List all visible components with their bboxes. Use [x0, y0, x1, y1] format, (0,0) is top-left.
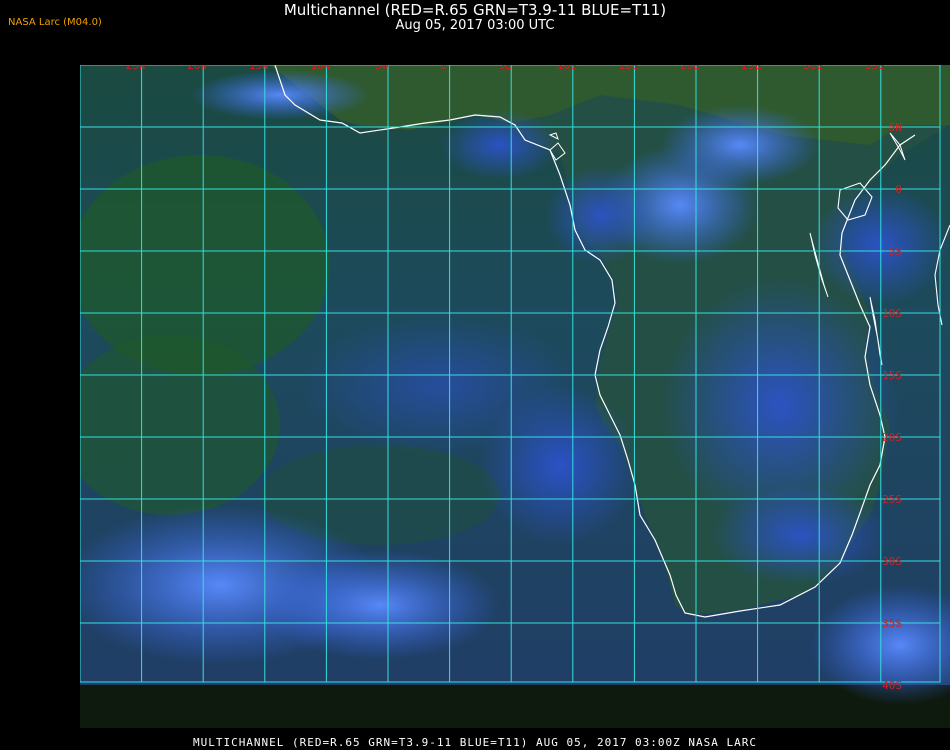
longitude-label: 25E — [742, 65, 762, 72]
longitude-label: 5E — [499, 65, 512, 72]
latitude-label: 30S — [882, 555, 902, 568]
footer-caption: MULTICHANNEL (RED=R.65 GRN=T3.9-11 BLUE=… — [192, 736, 758, 749]
latitude-label: 15S — [882, 369, 902, 382]
longitude-label: 15E — [618, 65, 638, 72]
cloud-mass — [660, 105, 820, 185]
longitude-label: 0 — [440, 65, 447, 72]
nasa-badge: NASA Larc (M04.0) — [8, 17, 102, 28]
bottom-band — [80, 685, 950, 728]
longitude-label: 35E — [865, 65, 885, 72]
longitude-label: 20E — [680, 65, 700, 72]
latitude-label: 25S — [882, 493, 902, 506]
latitude-label: 10S — [882, 307, 902, 320]
satellite-map: 25W 20W 15W 10W 5W 0 5E 10E 15E 20E 25E 30E 35E 5N 0 5S… — [60, 44, 950, 728]
latitude-label: 35S — [882, 617, 902, 630]
longitude-label: 10W — [310, 65, 330, 72]
longitude-label: 25W — [126, 65, 146, 72]
cloud-mass — [710, 485, 890, 585]
longitude-label: 20W — [187, 65, 207, 72]
latitude-label: 5N — [889, 121, 902, 134]
longitude-label: 15W — [249, 65, 269, 72]
cloud-mass — [810, 185, 950, 305]
latitude-label: 20S — [882, 431, 902, 444]
longitude-label: 5W — [375, 65, 389, 72]
longitude-label: 10E — [557, 65, 577, 72]
cloud-mass — [190, 70, 370, 120]
cloud-mass — [260, 550, 500, 660]
longitude-label: 30E — [803, 65, 823, 72]
header-datetime: Aug 05, 2017 03:00 UTC — [395, 18, 555, 33]
latitude-label: 0 — [895, 183, 902, 196]
header-title: Multichannel (RED=R.65 GRN=T3.9-11 BLUE=… — [283, 1, 667, 19]
cloud-mass — [300, 315, 580, 455]
cloud-mass — [440, 110, 560, 180]
latitude-label: 5S — [889, 245, 902, 258]
satellite-image: 25W 20W 15W 10W 5W 0 5E 10E 15E 20E 25E 30E 35E 5N 0 5S… — [60, 44, 950, 728]
latitude-label: 40S — [882, 679, 902, 692]
